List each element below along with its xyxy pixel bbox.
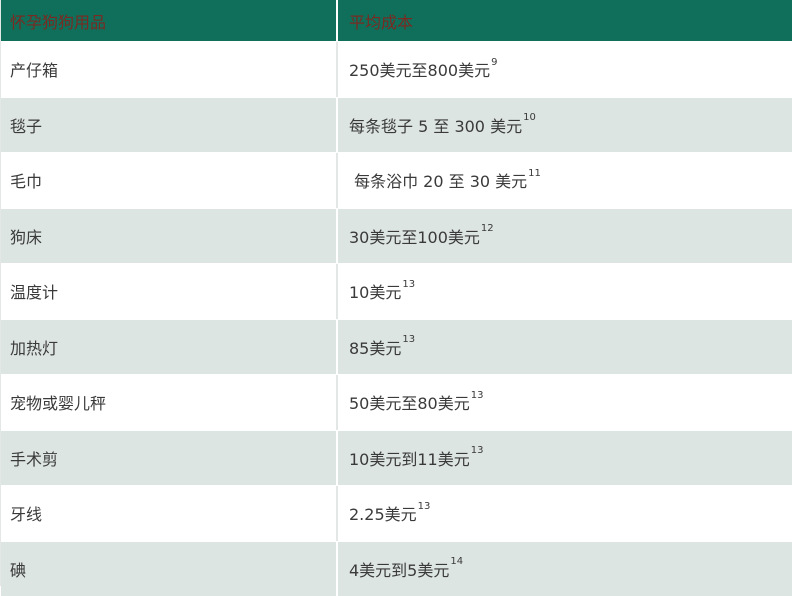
footnote-ref: 13 [418,501,431,512]
cost-text: 250美元至800美元 [349,57,490,81]
table-row: 碘 4美元到5美元14 [1,541,792,596]
cost-text: 10美元到11美元 [349,446,470,470]
footnote-ref: 13 [471,445,484,456]
cost-cell: 2.25美元13 [338,486,792,541]
table-row: 加热灯 85美元13 [1,319,792,375]
table-row: 狗床 30美元至100美元12 [1,208,792,264]
item-cell: 手术剪 [1,431,338,486]
footnote-ref: 13 [471,390,484,401]
cost-text: 10美元 [349,279,401,303]
cost-cell: 85美元13 [338,320,792,375]
item-cell: 宠物或婴儿秤 [1,375,338,430]
cost-text: 每条浴巾 20 至 30 美元 [349,168,527,192]
footnote-ref: 9 [491,57,497,68]
table-row: 产仔箱 250美元至800美元9 [1,41,792,97]
header-average-cost: 平均成本 [338,0,792,41]
footnote-ref: 10 [523,112,536,123]
footnote-ref: 13 [402,279,415,290]
cost-cell: 4美元到5美元14 [338,542,792,596]
cost-table: 怀孕狗狗用品 平均成本 产仔箱 250美元至800美元9 毯子 每条毯子 5 至… [0,0,792,586]
cost-text: 50美元至80美元 [349,390,470,414]
footnote-ref: 12 [481,223,494,234]
item-cell: 产仔箱 [1,42,338,97]
table-row: 手术剪 10美元到11美元13 [1,430,792,486]
table-row: 牙线 2.25美元13 [1,485,792,541]
item-cell: 毯子 [1,98,338,153]
cost-text: 85美元 [349,335,401,359]
footnote-ref: 14 [450,556,463,567]
table-row: 毯子 每条毯子 5 至 300 美元10 [1,97,792,153]
cost-cell: 50美元至80美元13 [338,375,792,430]
table-row: 毛巾 每条浴巾 20 至 30 美元11 [1,152,792,208]
table-row: 宠物或婴儿秤 50美元至80美元13 [1,374,792,430]
footnote-ref: 13 [402,334,415,345]
cost-cell: 10美元13 [338,264,792,319]
cost-text: 30美元至100美元 [349,224,480,248]
table-row: 温度计 10美元13 [1,263,792,319]
cost-cell: 10美元到11美元13 [338,431,792,486]
item-cell: 温度计 [1,264,338,319]
table-header-row: 怀孕狗狗用品 平均成本 [1,0,792,41]
cost-cell: 每条浴巾 20 至 30 美元11 [338,153,792,208]
item-cell: 牙线 [1,486,338,541]
cost-cell: 30美元至100美元12 [338,209,792,264]
cost-text: 4美元到5美元 [349,557,449,581]
cost-cell: 每条毯子 5 至 300 美元10 [338,98,792,153]
item-cell: 狗床 [1,209,338,264]
item-cell: 加热灯 [1,320,338,375]
item-cell: 碘 [1,542,338,596]
cost-cell: 250美元至800美元9 [338,42,792,97]
item-cell: 毛巾 [1,153,338,208]
header-supplies: 怀孕狗狗用品 [1,0,338,41]
footnote-ref: 11 [528,168,541,179]
cost-text: 2.25美元 [349,501,417,525]
cost-text: 每条毯子 5 至 300 美元 [349,113,522,137]
